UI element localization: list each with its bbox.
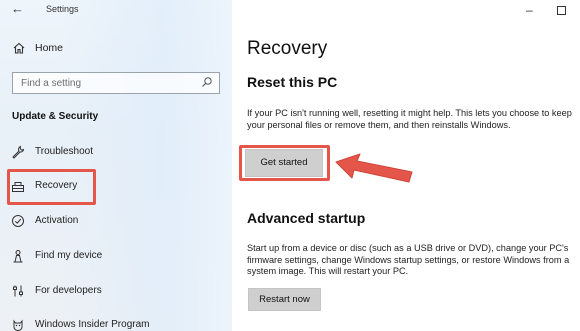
get-started-button[interactable]: Get started: [245, 149, 323, 177]
developer-sliders-icon: [13, 285, 23, 297]
page-title: Recovery: [247, 38, 328, 59]
home-icon: [13, 42, 25, 54]
minimize-button[interactable]: –: [526, 3, 533, 17]
person-location-icon: [13, 250, 23, 263]
sidebar-item-label: Windows Insider Program: [35, 319, 150, 330]
sidebar-item-label: Home: [35, 42, 64, 54]
back-arrow-icon[interactable]: ←: [11, 1, 24, 16]
sidebar-item-activation[interactable]: Activation: [0, 209, 232, 233]
title-bar: ← Settings: [0, 0, 232, 20]
sidebar-item-home[interactable]: Home: [0, 38, 232, 60]
sidebar-item-windows-insider[interactable]: Windows Insider Program: [0, 313, 232, 331]
sidebar-item-label: Troubleshoot: [35, 146, 93, 157]
search-input[interactable]: [13, 73, 193, 93]
sidebar-item-recovery[interactable]: Recovery: [0, 174, 232, 198]
search-icon[interactable]: [201, 76, 213, 88]
sidebar-item-find-my-device[interactable]: Find my device: [0, 244, 232, 268]
sidebar-item-label: For developers: [35, 285, 102, 296]
wrench-icon: [12, 145, 25, 159]
activation-check-icon: [12, 215, 24, 227]
sidebar-item-label: Recovery: [35, 180, 78, 191]
reset-pc-heading: Reset this PC: [247, 74, 338, 90]
sidebar: ← Settings Home Update & Security Troubl…: [0, 0, 232, 331]
sidebar-item-for-developers[interactable]: For developers: [0, 279, 232, 303]
recovery-icon: [12, 182, 24, 192]
insider-cat-icon: [13, 319, 23, 331]
sidebar-item-label: Activation: [35, 215, 79, 226]
red-arrow-pointer: [335, 153, 413, 183]
sidebar-item-label: Find my device: [35, 250, 103, 261]
advanced-startup-heading: Advanced startup: [247, 210, 366, 226]
restart-now-button[interactable]: Restart now: [248, 288, 321, 311]
advanced-startup-description: Start up from a device or disc (such as …: [247, 243, 570, 276]
maximize-icon[interactable]: [557, 6, 566, 15]
sidebar-item-troubleshoot[interactable]: Troubleshoot: [0, 140, 232, 164]
section-title: Update & Security: [12, 111, 99, 122]
search-box[interactable]: [12, 72, 220, 94]
app-title: Settings: [46, 4, 79, 14]
reset-pc-description: If your PC isn't running well, resetting…: [247, 108, 572, 130]
